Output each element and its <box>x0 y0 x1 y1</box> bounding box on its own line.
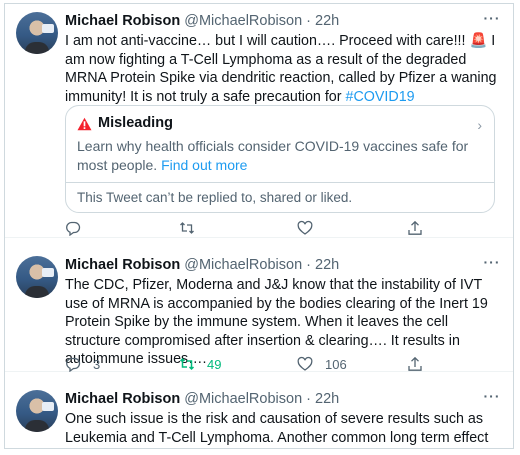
like-icon <box>297 220 313 235</box>
author-name[interactable]: Michael Robison <box>65 257 180 273</box>
separator-dot: · <box>306 257 312 273</box>
author-handle[interactable]: @MichaelRobison <box>184 391 302 407</box>
author-name[interactable]: Michael Robison <box>65 13 180 29</box>
avatar-logo <box>42 24 54 33</box>
share-icon <box>408 356 422 371</box>
retweet-count: 49 <box>207 356 222 372</box>
misleading-notice[interactable]: Misleading › Learn why health officials … <box>65 105 495 213</box>
share-button[interactable] <box>407 218 423 238</box>
reply-button[interactable]: 3 <box>65 354 100 374</box>
timestamp[interactable]: 22h <box>315 13 339 29</box>
like-button[interactable] <box>297 218 325 238</box>
author-handle[interactable]: @MichaelRobison <box>184 257 302 273</box>
more-icon[interactable]: ··· <box>483 11 501 30</box>
retweet-button[interactable] <box>179 218 207 238</box>
tweet-thread: Michael Robison @MichaelRobison · 22h ··… <box>4 3 514 449</box>
avatar[interactable] <box>16 256 58 298</box>
more-icon[interactable]: ··· <box>483 255 501 274</box>
tweet-header: Michael Robison @MichaelRobison · 22h <box>65 390 339 408</box>
tweet-text: I am not anti-vaccine… but I will cautio… <box>65 32 501 106</box>
warning-icon <box>77 117 92 131</box>
retweet-button[interactable]: 49 <box>179 354 221 374</box>
find-out-more-link[interactable]: Find out more <box>161 157 247 173</box>
tweet-header: Michael Robison @MichaelRobison · 22h <box>65 12 339 30</box>
notice-description: Learn why health officials consider COVI… <box>77 137 472 174</box>
notice-title: Misleading <box>98 115 173 131</box>
notice-text: Learn why health officials consider COVI… <box>77 138 469 173</box>
notice-footer: This Tweet can’t be replied to, shared o… <box>66 183 494 212</box>
retweet-icon <box>180 222 194 234</box>
like-icon <box>297 356 313 371</box>
retweet-icon <box>179 357 195 371</box>
tweet-3[interactable]: Michael Robison @MichaelRobison · 22h ··… <box>5 382 513 448</box>
timestamp[interactable]: 22h <box>315 257 339 273</box>
tweet-2[interactable]: Michael Robison @MichaelRobison · 22h ··… <box>5 248 513 372</box>
tweet-text: One such issue is the risk and causation… <box>65 411 489 446</box>
tweet-header: Michael Robison @MichaelRobison · 22h <box>65 256 339 274</box>
reply-count: 3 <box>93 356 101 372</box>
like-count: 106 <box>325 356 347 372</box>
tweet-actions <box>65 218 495 238</box>
notice-header[interactable]: Misleading › Learn why health officials … <box>66 106 494 183</box>
share-button[interactable] <box>407 354 423 374</box>
hashtag-link[interactable]: #COVID19 <box>346 89 415 105</box>
chevron-right-icon[interactable]: › <box>477 117 482 133</box>
separator-dot: · <box>306 13 312 29</box>
author-name[interactable]: Michael Robison <box>65 391 180 407</box>
separator-dot: · <box>306 391 312 407</box>
tweet-1[interactable]: Michael Robison @MichaelRobison · 22h ··… <box>5 4 513 238</box>
reply-icon <box>66 357 81 372</box>
tweet-body: I am not anti-vaccine… but I will cautio… <box>65 33 497 105</box>
share-icon <box>408 220 422 235</box>
author-handle[interactable]: @MichaelRobison <box>184 13 302 29</box>
avatar-logo <box>42 402 54 411</box>
like-button[interactable]: 106 <box>297 354 347 374</box>
avatar[interactable] <box>16 390 58 432</box>
avatar[interactable] <box>16 12 58 54</box>
more-icon[interactable]: ··· <box>483 389 501 408</box>
reply-restriction-note: This Tweet can’t be replied to, shared o… <box>77 190 353 205</box>
tweet-actions: 3 49 106 <box>65 354 495 374</box>
reply-button[interactable] <box>65 218 93 238</box>
reply-icon <box>66 221 81 236</box>
timestamp[interactable]: 22h <box>315 391 339 407</box>
avatar-logo <box>42 268 54 277</box>
